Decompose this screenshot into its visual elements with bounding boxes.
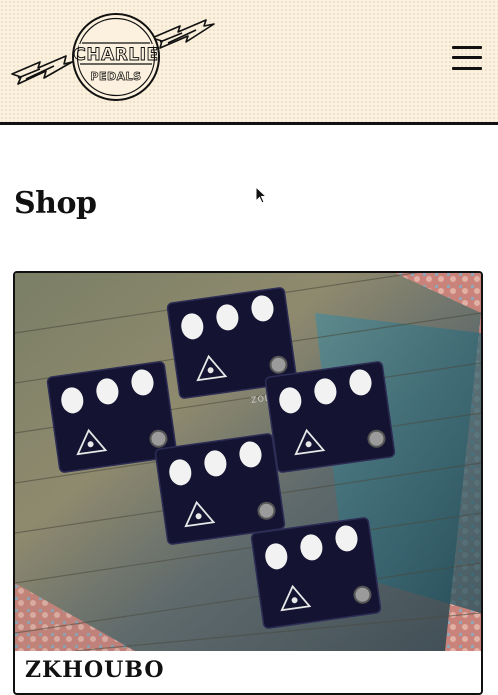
- lightning-bolt-left-icon: [11, 55, 73, 85]
- lightning-bolt-right-icon: [151, 19, 215, 49]
- pedal-bottom: [249, 516, 383, 630]
- product-image[interactable]: ZODIAC: [15, 273, 481, 651]
- menu-line: [452, 46, 482, 49]
- pedal-center: [153, 432, 287, 546]
- logo-line1: CHARLIE: [73, 45, 158, 65]
- charlie-pedals-logo[interactable]: CHARLIE PEDALS: [10, 12, 216, 104]
- mouse-cursor-icon: [255, 186, 268, 204]
- menu-line: [452, 56, 482, 59]
- page-title: Shop: [14, 186, 97, 221]
- product-title[interactable]: ZKHOUBO: [25, 657, 164, 683]
- menu-line: [452, 67, 482, 70]
- logo-line2: PEDALS: [90, 70, 141, 83]
- pedal-right: [263, 360, 397, 474]
- hamburger-menu-icon[interactable]: [450, 44, 484, 72]
- site-header: CHARLIE PEDALS: [0, 0, 498, 125]
- product-card[interactable]: ZODIAC ZKHOUBO: [13, 271, 483, 695]
